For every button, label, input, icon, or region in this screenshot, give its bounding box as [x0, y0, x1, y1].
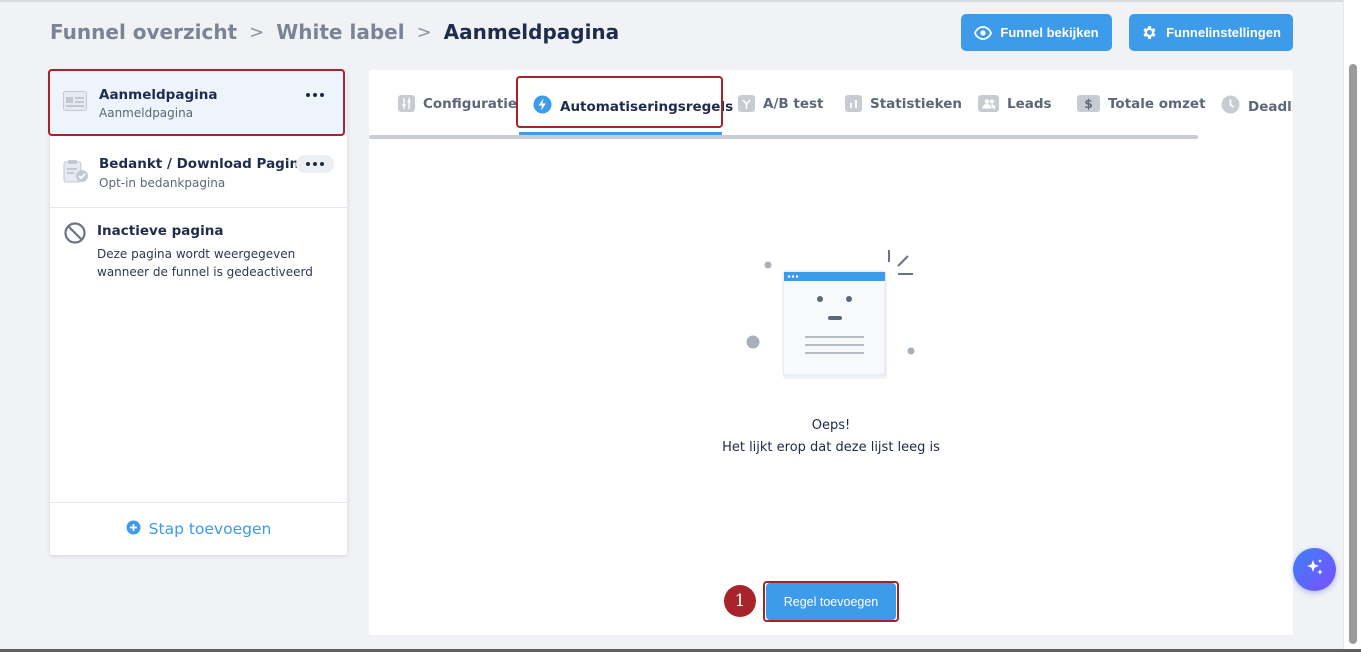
- view-funnel-label: Funnel bekijken: [1000, 25, 1099, 40]
- tab-label: Totale omzet: [1108, 95, 1206, 112]
- dot: [306, 162, 310, 166]
- tab-scrollbar[interactable]: [369, 135, 1198, 139]
- page-title: Aanmeldpagina: [443, 20, 620, 44]
- tab-leads[interactable]: Leads: [978, 95, 1052, 112]
- tab-label: A/B test: [763, 95, 824, 112]
- dot: [313, 162, 317, 166]
- clipboard-check-icon: [63, 159, 89, 187]
- users-icon: [978, 95, 999, 112]
- bar-chart-icon: [845, 95, 862, 112]
- tab-totale-omzet[interactable]: $ Totale omzet: [1077, 95, 1206, 112]
- tab-bar: Configuratie Automatiseringsregels A/B t…: [369, 70, 1293, 136]
- funnel-steps-sidebar: Aanmeldpagina Aanmeldpagina Bedankt / Do…: [48, 69, 347, 555]
- gear-icon: [1141, 24, 1158, 41]
- tab-label: Configuratie: [423, 95, 518, 112]
- window-scrollbar[interactable]: [1349, 64, 1357, 644]
- dot: [313, 93, 317, 97]
- breadcrumb-separator: >: [249, 21, 265, 43]
- tab-configuratie[interactable]: Configuratie: [398, 95, 517, 112]
- step-number-badge: 1: [724, 585, 756, 617]
- sidebar-item-title: Inactieve pagina: [97, 223, 224, 239]
- ban-icon: [64, 222, 86, 248]
- add-step-label: Stap toevoegen: [148, 520, 272, 538]
- tab-label: Statistieken: [870, 95, 963, 112]
- dot: [320, 162, 324, 166]
- sidebar-item-inactieve-pagina[interactable]: Inactieve pagina Deze pagina wordt weerg…: [50, 209, 347, 299]
- sidebar-item-title: Aanmeldpagina: [99, 87, 218, 103]
- breadcrumb-separator: >: [416, 21, 432, 43]
- tab-ab-test[interactable]: A/B test: [738, 95, 823, 112]
- breadcrumb: Funnel overzicht > White label > Aanmeld…: [50, 20, 619, 44]
- view-funnel-button[interactable]: Funnel bekijken: [961, 14, 1112, 51]
- sidebar-item-subtitle: Aanmeldpagina: [99, 106, 194, 120]
- breadcrumb-white-label[interactable]: White label: [276, 20, 404, 44]
- more-options-button[interactable]: [296, 155, 334, 173]
- tab-label: Deadlin: [1248, 98, 1293, 115]
- funnel-settings-label: Funnelinstellingen: [1166, 25, 1281, 40]
- sidebar-item-subtitle: Opt-in bedankpagina: [99, 176, 226, 190]
- add-step-button[interactable]: Stap toevoegen: [50, 502, 347, 555]
- eye-icon: [974, 25, 993, 40]
- more-options-button[interactable]: [296, 86, 334, 104]
- main-panel: Configuratie Automatiseringsregels A/B t…: [369, 70, 1293, 635]
- tab-statistieken[interactable]: Statistieken: [845, 95, 962, 112]
- window-top-edge: [0, 0, 1361, 2]
- sidebar-item-description: Deze pagina wordt weergegeven wanneer de…: [97, 247, 313, 279]
- ai-assistant-button[interactable]: [1293, 548, 1336, 591]
- add-rule-button[interactable]: Regel toevoegen: [766, 583, 896, 620]
- breadcrumb-funnel-overview[interactable]: Funnel overzicht: [50, 20, 237, 44]
- dollar-icon: $: [1077, 95, 1100, 112]
- tab-label: Leads: [1007, 95, 1052, 112]
- empty-state-title: Oeps!: [811, 418, 851, 433]
- landing-page-icon: [63, 91, 87, 115]
- tab-deadline[interactable]: Deadlin: [1221, 95, 1293, 118]
- sliders-icon: [398, 95, 415, 112]
- sidebar-item-title: Bedankt / Download Pagina: [99, 156, 309, 172]
- clock-icon: [1221, 95, 1240, 118]
- highlight-outline: [516, 76, 723, 128]
- empty-state-message: Het lijkt erop dat deze lijst leeg is: [722, 440, 940, 455]
- sparkles-icon: [1304, 557, 1326, 583]
- sidebar-item-aanmeldpagina[interactable]: Aanmeldpagina Aanmeldpagina: [48, 69, 347, 136]
- funnel-settings-button[interactable]: Funnelinstellingen: [1129, 14, 1293, 51]
- sidebar-item-bedankt[interactable]: Bedankt / Download Pagina Opt-in bedankp…: [50, 140, 347, 208]
- dot: [320, 93, 324, 97]
- empty-state-illustration: [729, 245, 929, 399]
- dot: [306, 93, 310, 97]
- plus-circle-icon: [126, 520, 141, 539]
- split-icon: [738, 95, 755, 112]
